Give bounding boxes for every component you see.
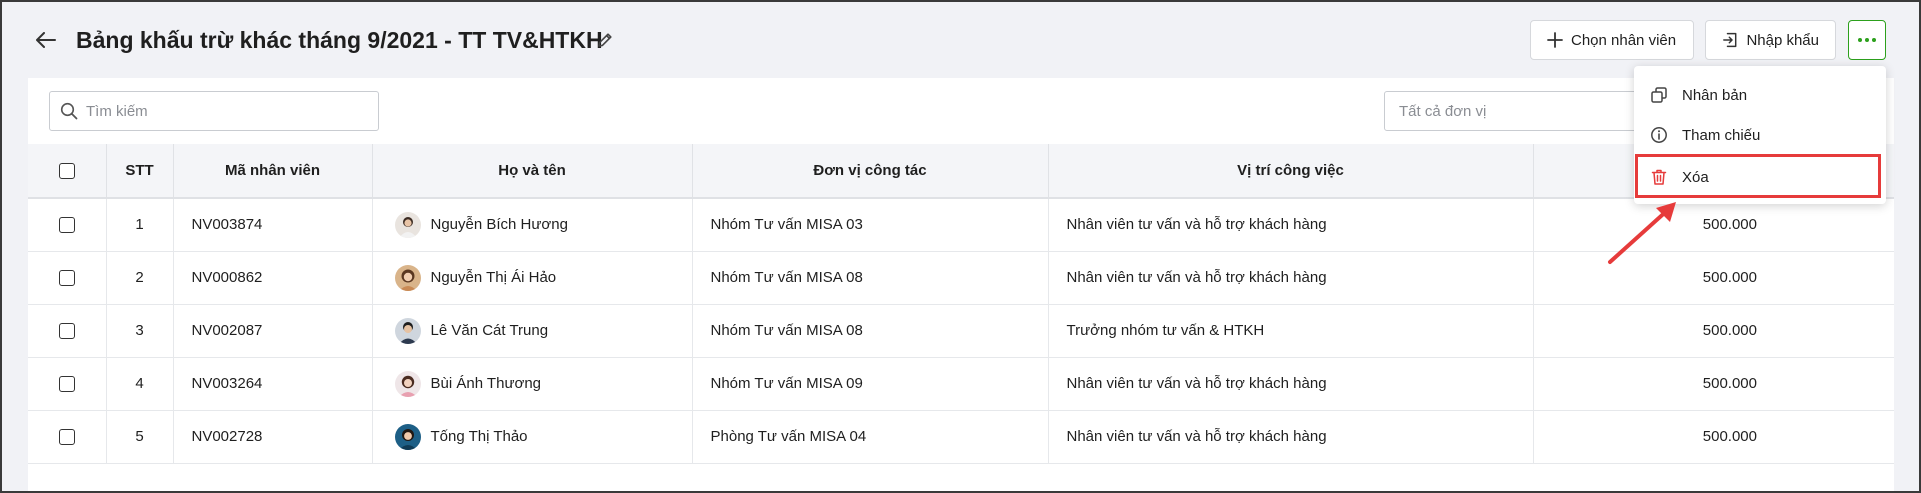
table-row[interactable]: 4 NV003264 Bùi Ánh Thương Nhóm Tư vấn MI…	[28, 357, 1894, 411]
cell-code: NV003874	[173, 198, 373, 252]
row-checkbox[interactable]	[58, 217, 75, 234]
table-row[interactable]: 3 NV002087 Lê Văn Cát Trung Nhóm Tư vấn …	[28, 304, 1894, 358]
select-all-checkbox[interactable]	[58, 163, 75, 180]
info-icon	[1651, 127, 1667, 143]
row-checkbox[interactable]	[58, 323, 75, 340]
row-checkbox[interactable]	[58, 376, 75, 393]
back-button[interactable]	[32, 26, 60, 54]
import-label: Nhập khẩu	[1746, 31, 1819, 49]
employee-table: STT Mã nhân viên Họ và tên Đơn vị công t…	[28, 144, 1894, 464]
menu-item-duplicate[interactable]: Nhân bản	[1634, 76, 1886, 114]
page-title: Bảng khấu trừ khác tháng 9/2021 - TT TV&…	[76, 27, 603, 53]
menu-item-label: Nhân bản	[1682, 86, 1748, 104]
cell-position: Nhân viên tư vấn và hỗ trợ khách hàng	[1048, 198, 1534, 252]
cell-name: Bùi Ánh Thương	[430, 375, 542, 392]
cell-code: NV002087	[173, 304, 373, 358]
arrow-left-icon	[36, 32, 56, 48]
column-header-name[interactable]: Họ và tên	[372, 144, 693, 199]
cell-stt: 4	[106, 357, 174, 411]
column-header-stt[interactable]: STT	[106, 144, 174, 199]
table-header-row: STT Mã nhân viên Họ và tên Đơn vị công t…	[28, 144, 1894, 199]
search-input[interactable]	[86, 102, 366, 120]
menu-item-reference[interactable]: Tham chiếu	[1634, 116, 1886, 154]
cell-code: NV002728	[173, 410, 373, 464]
import-button[interactable]: Nhập khẩu	[1705, 20, 1836, 60]
avatar	[394, 370, 421, 397]
search-icon	[60, 102, 78, 120]
cell-stt: 1	[106, 198, 174, 252]
cell-unit: Nhóm Tư vấn MISA 08	[692, 251, 1049, 305]
search-box[interactable]	[49, 91, 379, 131]
unit-filter-select[interactable]: Tất cả đơn vị	[1384, 91, 1644, 131]
unit-filter-placeholder: Tất cả đơn vị	[1399, 102, 1487, 120]
cell-name: Lê Văn Cát Trung	[430, 322, 549, 339]
avatar	[394, 423, 421, 450]
choose-employee-label: Chọn nhân viên	[1571, 31, 1677, 49]
column-header-unit[interactable]: Đơn vị công tác	[692, 144, 1049, 199]
cell-unit: Phòng Tư vấn MISA 04	[692, 410, 1049, 464]
more-actions-menu: Nhân bản Tham chiếu Xóa	[1634, 66, 1886, 204]
cell-amount: 500.000	[1533, 357, 1894, 411]
annotation-arrow-icon	[1608, 202, 1676, 264]
column-header-code[interactable]: Mã nhân viên	[173, 144, 373, 199]
cell-amount: 500.000	[1533, 304, 1894, 358]
avatar	[394, 211, 421, 238]
more-icon	[1857, 38, 1878, 42]
column-header-position[interactable]: Vị trí công việc	[1048, 144, 1534, 199]
cell-code: NV000862	[173, 251, 373, 305]
cell-name: Nguyễn Thị Ái Hảo	[430, 269, 557, 286]
choose-employee-button[interactable]: Chọn nhân viên	[1530, 20, 1694, 60]
cell-position: Trưởng nhóm tư vấn & HTKH	[1048, 304, 1534, 358]
more-actions-button[interactable]	[1848, 20, 1886, 60]
cell-unit: Nhóm Tư vấn MISA 09	[692, 357, 1049, 411]
plus-icon	[1547, 32, 1563, 48]
cell-stt: 5	[106, 410, 174, 464]
edit-title-button[interactable]	[593, 28, 617, 52]
import-icon	[1723, 32, 1737, 48]
cell-code: NV003264	[173, 357, 373, 411]
cell-amount: 500.000	[1533, 410, 1894, 464]
pencil-icon	[598, 33, 612, 47]
content-card: Tất cả đơn vị STT Mã nhân viên Họ và tên…	[28, 78, 1894, 493]
duplicate-icon	[1651, 87, 1667, 103]
avatar	[394, 317, 421, 344]
table-row[interactable]: 5 NV002728 Tống Thị Thảo Phòng Tư vấn MI…	[28, 410, 1894, 464]
cell-stt: 2	[106, 251, 174, 305]
menu-item-label: Tham chiếu	[1682, 126, 1761, 144]
cell-unit: Nhóm Tư vấn MISA 08	[692, 304, 1049, 358]
page-header: Bảng khấu trừ khác tháng 9/2021 - TT TV&…	[0, 0, 1921, 78]
avatar	[394, 264, 421, 291]
cell-position: Nhân viên tư vấn và hỗ trợ khách hàng	[1048, 410, 1534, 464]
cell-name: Nguyễn Bích Hương	[430, 216, 568, 234]
trash-icon	[1651, 169, 1667, 185]
cell-unit: Nhóm Tư vấn MISA 03	[692, 198, 1049, 252]
menu-item-label: Xóa	[1682, 168, 1709, 186]
select-all-cell	[28, 144, 107, 199]
cell-amount: 500.000	[1533, 251, 1894, 305]
menu-item-delete[interactable]: Xóa	[1634, 158, 1886, 196]
cell-position: Nhân viên tư vấn và hỗ trợ khách hàng	[1048, 251, 1534, 305]
cell-name: Tống Thị Thảo	[430, 428, 528, 445]
cell-amount: 500.000	[1533, 198, 1894, 252]
row-checkbox[interactable]	[58, 270, 75, 287]
cell-stt: 3	[106, 304, 174, 358]
cell-position: Nhân viên tư vấn và hỗ trợ khách hàng	[1048, 357, 1534, 411]
row-checkbox[interactable]	[58, 429, 75, 446]
